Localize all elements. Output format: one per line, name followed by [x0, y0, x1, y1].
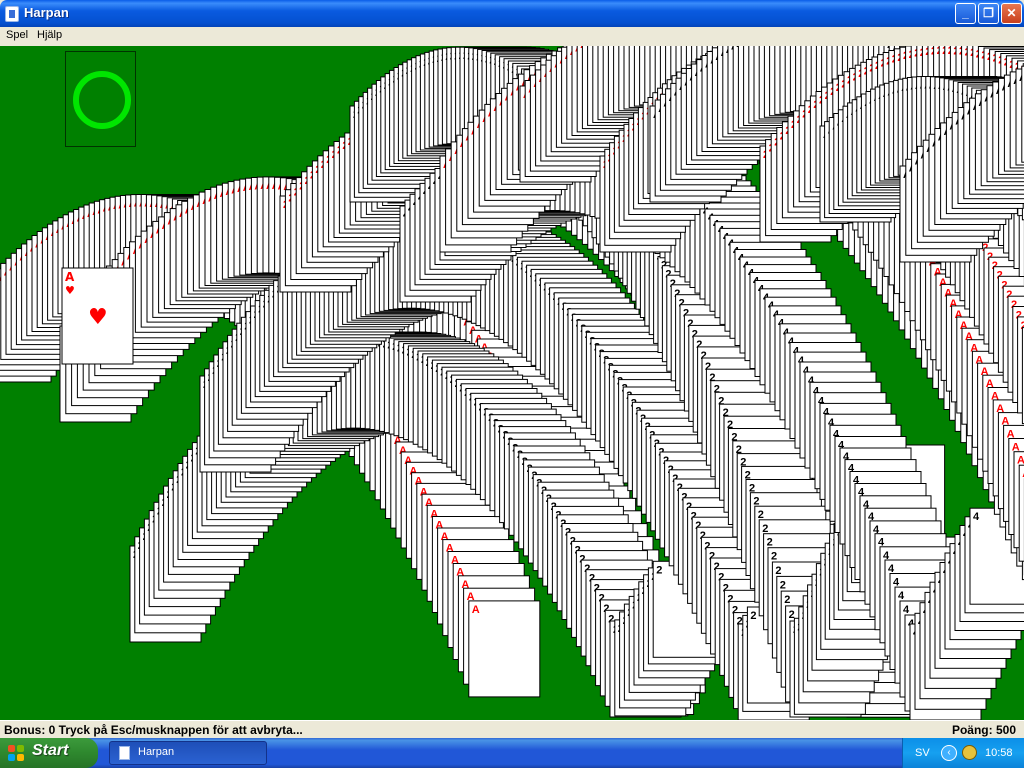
card-rank-label: 4: [903, 604, 910, 616]
harpan-window: Harpan _ ❐ ✕ Spel Hjälp AAAAAAAAAAAAAAAA…: [0, 0, 1024, 738]
menu-hjalp[interactable]: Hjälp: [37, 29, 62, 41]
minimize-button[interactable]: _: [955, 3, 976, 24]
card-rank-label: 2: [789, 609, 795, 621]
language-indicator[interactable]: SV: [915, 747, 930, 759]
menu-bar: Spel Hjälp: [0, 27, 1024, 46]
close-button[interactable]: ✕: [1001, 3, 1022, 24]
card-rank-label: A: [472, 604, 480, 616]
status-bar: Bonus: 0 Tryck på Esc/musknappen för att…: [0, 720, 1024, 738]
start-label: Start: [32, 742, 69, 759]
game-table[interactable]: AAAAAAAAAAAAAAAAAAAAAAAAAAAAAAAAAAAAAAAA…: [0, 46, 1024, 720]
status-score: Poäng: 500: [951, 723, 1016, 737]
card-rank-label: A: [65, 270, 75, 284]
card-rank-label: 2: [750, 610, 756, 622]
menu-spel[interactable]: Spel: [6, 29, 28, 41]
title-bar[interactable]: Harpan _ ❐ ✕: [0, 0, 1024, 27]
maximize-button[interactable]: ❐: [978, 3, 999, 24]
card-rank-label: 4: [898, 590, 905, 602]
taskbar-item-label: Harpan: [138, 746, 175, 758]
card-rank-label: 2: [762, 523, 768, 535]
status-bonus-text: Bonus: 0 Tryck på Esc/musknappen för att…: [4, 723, 303, 737]
heart-suit-icon: ♥: [88, 305, 108, 330]
heart-suit-icon: ♥: [65, 284, 75, 297]
start-button[interactable]: Start: [0, 738, 98, 768]
window-title: Harpan: [24, 5, 69, 20]
card-rank-label: 2: [780, 579, 786, 591]
spider-solitaire-icon: [5, 6, 19, 22]
card-rank-label: 2: [656, 564, 662, 576]
card-rank-label: 2: [775, 565, 781, 577]
clock[interactable]: 10:58: [985, 747, 1013, 759]
card-rank-label: 2: [784, 594, 790, 606]
spider-solitaire-icon: [119, 746, 130, 760]
system-tray: SV ‹ 10:58: [902, 738, 1024, 768]
show-hidden-icons-icon[interactable]: ‹: [941, 745, 957, 761]
network-globe-icon[interactable]: [962, 745, 977, 760]
empty-foundation-ring-icon: [73, 71, 131, 129]
taskbar: Start Harpan SV ‹ 10:58: [0, 738, 1024, 768]
card-rank-label: 2: [771, 551, 777, 563]
windows-flag-icon: [8, 745, 25, 762]
card-rank-label: 4: [973, 511, 980, 523]
card-rank-label: 2: [767, 537, 773, 549]
card-cascade-animation: AAAAAAAAAAAAAAAAAAAAAAAAAAAAAAAAAAAAAAAA…: [0, 46, 1024, 720]
foundation-slot: [65, 51, 136, 147]
taskbar-item-harpan[interactable]: Harpan: [109, 741, 267, 765]
